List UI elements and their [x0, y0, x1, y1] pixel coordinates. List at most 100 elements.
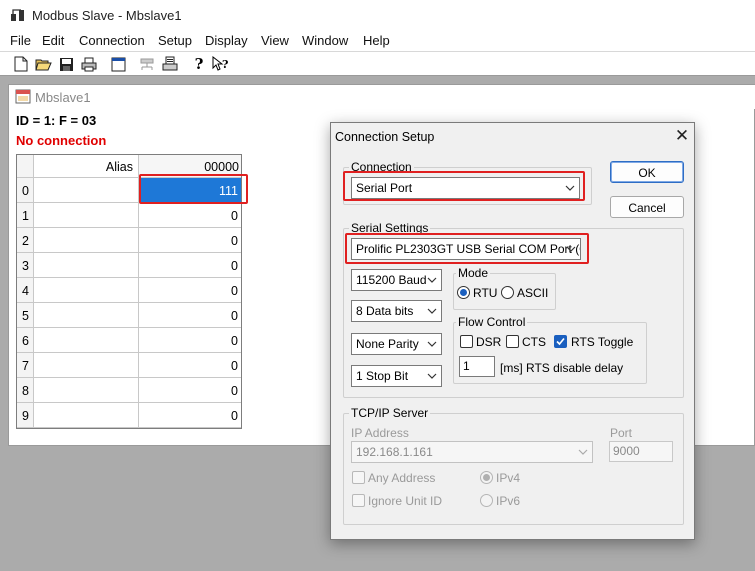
- svg-text:?: ?: [222, 58, 228, 71]
- alias-cell[interactable]: [34, 378, 139, 403]
- stop-bits-select[interactable]: 1 Stop Bit: [351, 365, 442, 387]
- rts-delay-input[interactable]: 1: [459, 356, 495, 377]
- ip-address-select[interactable]: 192.168.1.161: [351, 441, 593, 463]
- register-value-cell[interactable]: 0: [139, 303, 241, 328]
- menu-setup[interactable]: Setup: [158, 33, 192, 48]
- row-index: 3: [17, 253, 34, 278]
- baud-rate-select[interactable]: 115200 Baud: [351, 269, 442, 291]
- register-value-cell[interactable]: 0: [139, 203, 241, 228]
- row-index: 4: [17, 278, 34, 303]
- register-value-cell[interactable]: 0: [139, 353, 241, 378]
- ip-address-value: 192.168.1.161: [356, 445, 433, 459]
- alias-cell[interactable]: [34, 253, 139, 278]
- alias-cell[interactable]: [34, 303, 139, 328]
- alias-cell[interactable]: [34, 228, 139, 253]
- row-index: 5: [17, 303, 34, 328]
- any-address-label: Any Address: [368, 471, 436, 485]
- alias-column-header[interactable]: Alias: [34, 155, 139, 178]
- ipv6-label: IPv6: [496, 494, 521, 508]
- highlight-selected-cell: [139, 174, 248, 204]
- parity-value: None Parity: [356, 337, 419, 351]
- alias-cell[interactable]: [34, 203, 139, 228]
- rts-toggle-checkbox[interactable]: [554, 335, 567, 348]
- dsr-checkbox[interactable]: [460, 335, 473, 348]
- toolbar-separator: [184, 55, 185, 73]
- ipv4-radio[interactable]: [480, 471, 493, 484]
- data-bits-select[interactable]: 8 Data bits: [351, 300, 442, 322]
- rts-toggle-label: RTS Toggle: [571, 335, 634, 349]
- help-icon[interactable]: ?: [190, 55, 208, 73]
- menu-window[interactable]: Window: [302, 33, 348, 48]
- register-value-cell[interactable]: 0: [139, 278, 241, 303]
- tcpip-server-label: TCP/IP Server: [349, 406, 431, 420]
- baud-rate-value: 115200 Baud: [356, 273, 427, 287]
- chevron-down-icon: [427, 308, 437, 314]
- alias-cell[interactable]: [34, 178, 139, 203]
- alias-cell[interactable]: [34, 403, 139, 428]
- child-title-bar: Mbslave1: [9, 85, 755, 109]
- dsr-label: DSR: [476, 335, 502, 349]
- port-input[interactable]: 9000: [609, 441, 673, 462]
- highlight-connection-select: [343, 171, 585, 201]
- register-value-cell[interactable]: 0: [139, 378, 241, 403]
- cancel-button[interactable]: Cancel: [610, 196, 684, 218]
- menu-file[interactable]: File: [10, 33, 31, 48]
- row-index: 9: [17, 403, 34, 428]
- modbus-app-icon: [11, 9, 24, 21]
- cts-checkbox[interactable]: [506, 335, 519, 348]
- open-icon[interactable]: [34, 55, 52, 73]
- printer-setup-icon[interactable]: [161, 55, 179, 73]
- print-icon[interactable]: [80, 55, 98, 73]
- rts-delay-label: [ms] RTS disable delay: [500, 361, 624, 375]
- ip-address-label: IP Address: [351, 426, 409, 440]
- document-icon: [15, 89, 31, 104]
- app-title: Modbus Slave - Mbslave1: [32, 8, 182, 23]
- register-value-cell[interactable]: 0: [139, 228, 241, 253]
- row-index: 7: [17, 353, 34, 378]
- menu-display[interactable]: Display: [205, 33, 248, 48]
- menu-help[interactable]: Help: [363, 33, 390, 48]
- mode-ascii-label: ASCII: [517, 286, 549, 300]
- mode-label: Mode: [456, 266, 491, 280]
- cts-label: CTS: [522, 335, 546, 349]
- checkmark-icon: [556, 337, 565, 346]
- menu-view[interactable]: View: [261, 33, 289, 48]
- dialog-title: Connection Setup: [335, 130, 435, 144]
- alias-cell[interactable]: [34, 278, 139, 303]
- context-help-icon[interactable]: ?: [212, 55, 230, 73]
- register-value-cell[interactable]: 0: [139, 403, 241, 428]
- mode-rtu-label: RTU: [473, 286, 498, 300]
- connection-setup-dialog: Connection Setup ✕ Connection Serial Por…: [330, 122, 695, 540]
- menu-bar: File Edit Connection Setup Display View …: [0, 30, 755, 51]
- data-bits-value: 8 Data bits: [356, 304, 414, 318]
- parity-select[interactable]: None Parity: [351, 333, 442, 355]
- toolbar-separator: [103, 55, 104, 73]
- close-icon[interactable]: ✕: [671, 126, 693, 146]
- alias-cell[interactable]: [34, 353, 139, 378]
- register-value-cell[interactable]: 0: [139, 253, 241, 278]
- stop-bits-value: 1 Stop Bit: [356, 369, 409, 383]
- ok-button[interactable]: OK: [610, 161, 684, 183]
- window-icon[interactable]: [109, 55, 127, 73]
- any-address-checkbox[interactable]: [352, 471, 365, 484]
- row-index: 8: [17, 378, 34, 403]
- alias-cell[interactable]: [34, 328, 139, 353]
- child-title: Mbslave1: [35, 90, 91, 105]
- mode-rtu-radio[interactable]: [457, 286, 470, 299]
- port-label: Port: [610, 426, 633, 440]
- ignore-unit-id-checkbox[interactable]: [352, 494, 365, 507]
- register-value-cell[interactable]: 0: [139, 328, 241, 353]
- chevron-down-icon: [427, 341, 437, 347]
- ipv6-radio[interactable]: [480, 494, 493, 507]
- menu-edit[interactable]: Edit: [42, 33, 64, 48]
- row-index: 6: [17, 328, 34, 353]
- row-index: 0: [17, 178, 34, 203]
- chevron-down-icon: [578, 449, 588, 455]
- communication-icon[interactable]: [138, 55, 156, 73]
- connection-status: No connection: [16, 133, 107, 148]
- new-icon[interactable]: [12, 55, 30, 73]
- menu-connection[interactable]: Connection: [79, 33, 145, 48]
- grid-corner: [17, 155, 34, 178]
- mode-ascii-radio[interactable]: [501, 286, 514, 299]
- save-icon[interactable]: [57, 55, 75, 73]
